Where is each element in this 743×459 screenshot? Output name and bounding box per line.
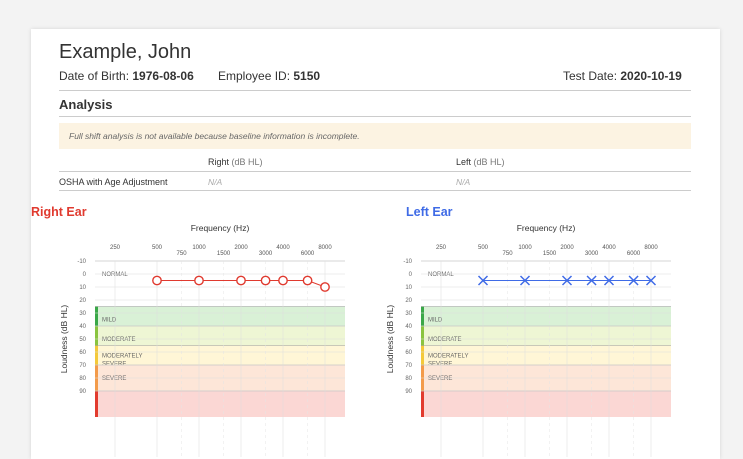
- col-header-right: Right (dB HL): [208, 157, 263, 167]
- x-tick-label: 2000: [560, 245, 574, 251]
- analysis-divider: [59, 116, 691, 117]
- x-tick-label-minor: 6000: [627, 251, 641, 257]
- y-tick-label: 30: [79, 311, 86, 317]
- y-tick-label: 80: [79, 376, 86, 382]
- y-tick-label: 70: [405, 363, 412, 369]
- col-left-unit: (dB HL): [473, 157, 505, 167]
- band-bar-3: [421, 345, 424, 365]
- x-tick-label: 1000: [518, 245, 532, 251]
- band-label: MODERATELY: [102, 354, 142, 360]
- x-tick-label: 4000: [276, 245, 290, 251]
- band-label: SEVERE: [428, 376, 452, 382]
- employee-id-value: 5150: [293, 69, 321, 83]
- band-label: MODERATELY: [428, 354, 468, 360]
- osha-row-label: OSHA with Age Adjustment: [59, 177, 168, 187]
- x-tick-label: 4000: [602, 245, 616, 251]
- osha-right-value: N/A: [208, 177, 223, 187]
- x-tick-label-minor: 3000: [259, 251, 273, 257]
- analysis-warning: Full shift analysis is not available bec…: [59, 123, 691, 149]
- table-header-divider: [59, 171, 691, 172]
- warning-text: Full shift analysis is not available bec…: [69, 131, 360, 141]
- osha-left-value: N/A: [456, 177, 471, 187]
- col-right-unit: (dB HL): [231, 157, 263, 167]
- data-point-4000: [278, 275, 288, 286]
- band-bar-2: [421, 326, 424, 346]
- x-tick-label: 250: [110, 245, 121, 251]
- x-tick-label-minor: 750: [177, 251, 188, 257]
- dob-label: Date of Birth:: [59, 69, 130, 83]
- left-ear-title: Left Ear: [406, 205, 453, 219]
- employee-field: Employee ID: 5150: [218, 69, 320, 83]
- y-tick-label: 50: [405, 337, 412, 343]
- y-tick-label: 0: [83, 272, 87, 278]
- band-bar-2: [95, 326, 98, 346]
- y-axis-title: Loudness (dB HL): [385, 305, 395, 374]
- col-left-label: Left: [456, 157, 472, 167]
- data-point-6000: [302, 275, 313, 286]
- data-point-3000: [260, 275, 271, 286]
- x-tick-label-minor: 750: [503, 251, 514, 257]
- x-tick-label-minor: 3000: [585, 251, 599, 257]
- band-bar-3: [95, 345, 98, 365]
- test-date-field: Test Date: 2020-10-19: [563, 69, 682, 83]
- x-tick-label: 500: [152, 245, 163, 251]
- test-date-value: 2020-10-19: [620, 69, 682, 83]
- col-header-left: Left (dB HL): [456, 157, 505, 167]
- dob-field: Date of Birth: 1976-08-06: [59, 69, 194, 83]
- band-bar-1: [421, 306, 424, 326]
- patient-name: Example, John: [59, 41, 192, 63]
- y-tick-label: 20: [405, 298, 412, 304]
- data-point-8000: [320, 282, 330, 292]
- table-row-divider: [59, 190, 691, 191]
- col-right-label: Right: [208, 157, 230, 167]
- band-bar-1: [95, 306, 98, 326]
- y-tick-label: 90: [79, 389, 86, 395]
- x-axis-title: Frequency (Hz): [517, 223, 576, 233]
- y-tick-label: 50: [79, 337, 86, 343]
- header-divider: [59, 90, 691, 91]
- employee-label: Employee ID:: [218, 69, 291, 83]
- y-tick-label: 10: [405, 285, 412, 291]
- band-label: MODERATE: [428, 337, 462, 343]
- data-point-500: [152, 275, 162, 286]
- left-ear-audiogram: NORMALMILDMODERATEMODERATELYSEVERESEVERE…: [385, 223, 671, 457]
- y-tick-label: 30: [405, 311, 412, 317]
- right-ear-audiogram: NORMALMILDMODERATEMODERATELYSEVERESEVERE…: [59, 223, 345, 457]
- analysis-heading: Analysis: [59, 97, 113, 112]
- y-tick-label: 20: [79, 298, 86, 304]
- data-point-2000: [236, 275, 246, 286]
- right-ear-title: Right Ear: [31, 205, 87, 219]
- x-tick-label: 2000: [234, 245, 248, 251]
- x-tick-label: 8000: [318, 245, 332, 251]
- x-tick-label: 1000: [192, 245, 206, 251]
- y-tick-label: 40: [79, 324, 86, 330]
- x-tick-label-minor: 1500: [543, 251, 557, 257]
- x-tick-label: 250: [436, 245, 447, 251]
- x-tick-label-minor: 6000: [301, 251, 315, 257]
- x-axis-title: Frequency (Hz): [191, 223, 250, 233]
- y-tick-label: -10: [403, 259, 412, 265]
- y-tick-label: -10: [77, 259, 86, 265]
- dob-value: 1976-08-06: [132, 69, 194, 83]
- y-tick-label: 10: [79, 285, 86, 291]
- y-tick-label: 60: [79, 350, 86, 356]
- x-tick-label: 500: [478, 245, 489, 251]
- y-tick-label: 40: [405, 324, 412, 330]
- band-label: MODERATE: [102, 337, 136, 343]
- y-tick-label: 80: [405, 376, 412, 382]
- y-axis-title: Loudness (dB HL): [59, 305, 69, 374]
- x-tick-label: 8000: [644, 245, 658, 251]
- data-point-1000: [194, 275, 204, 286]
- band-bar-5: [421, 391, 424, 417]
- y-tick-label: 60: [405, 350, 412, 356]
- test-date-label: Test Date:: [563, 69, 618, 83]
- y-tick-label: 90: [405, 389, 412, 395]
- band-bar-5: [95, 391, 98, 417]
- x-tick-label-minor: 1500: [217, 251, 231, 257]
- y-tick-label: 0: [409, 272, 413, 278]
- band-label: SEVERE: [102, 376, 126, 382]
- y-tick-label: 70: [79, 363, 86, 369]
